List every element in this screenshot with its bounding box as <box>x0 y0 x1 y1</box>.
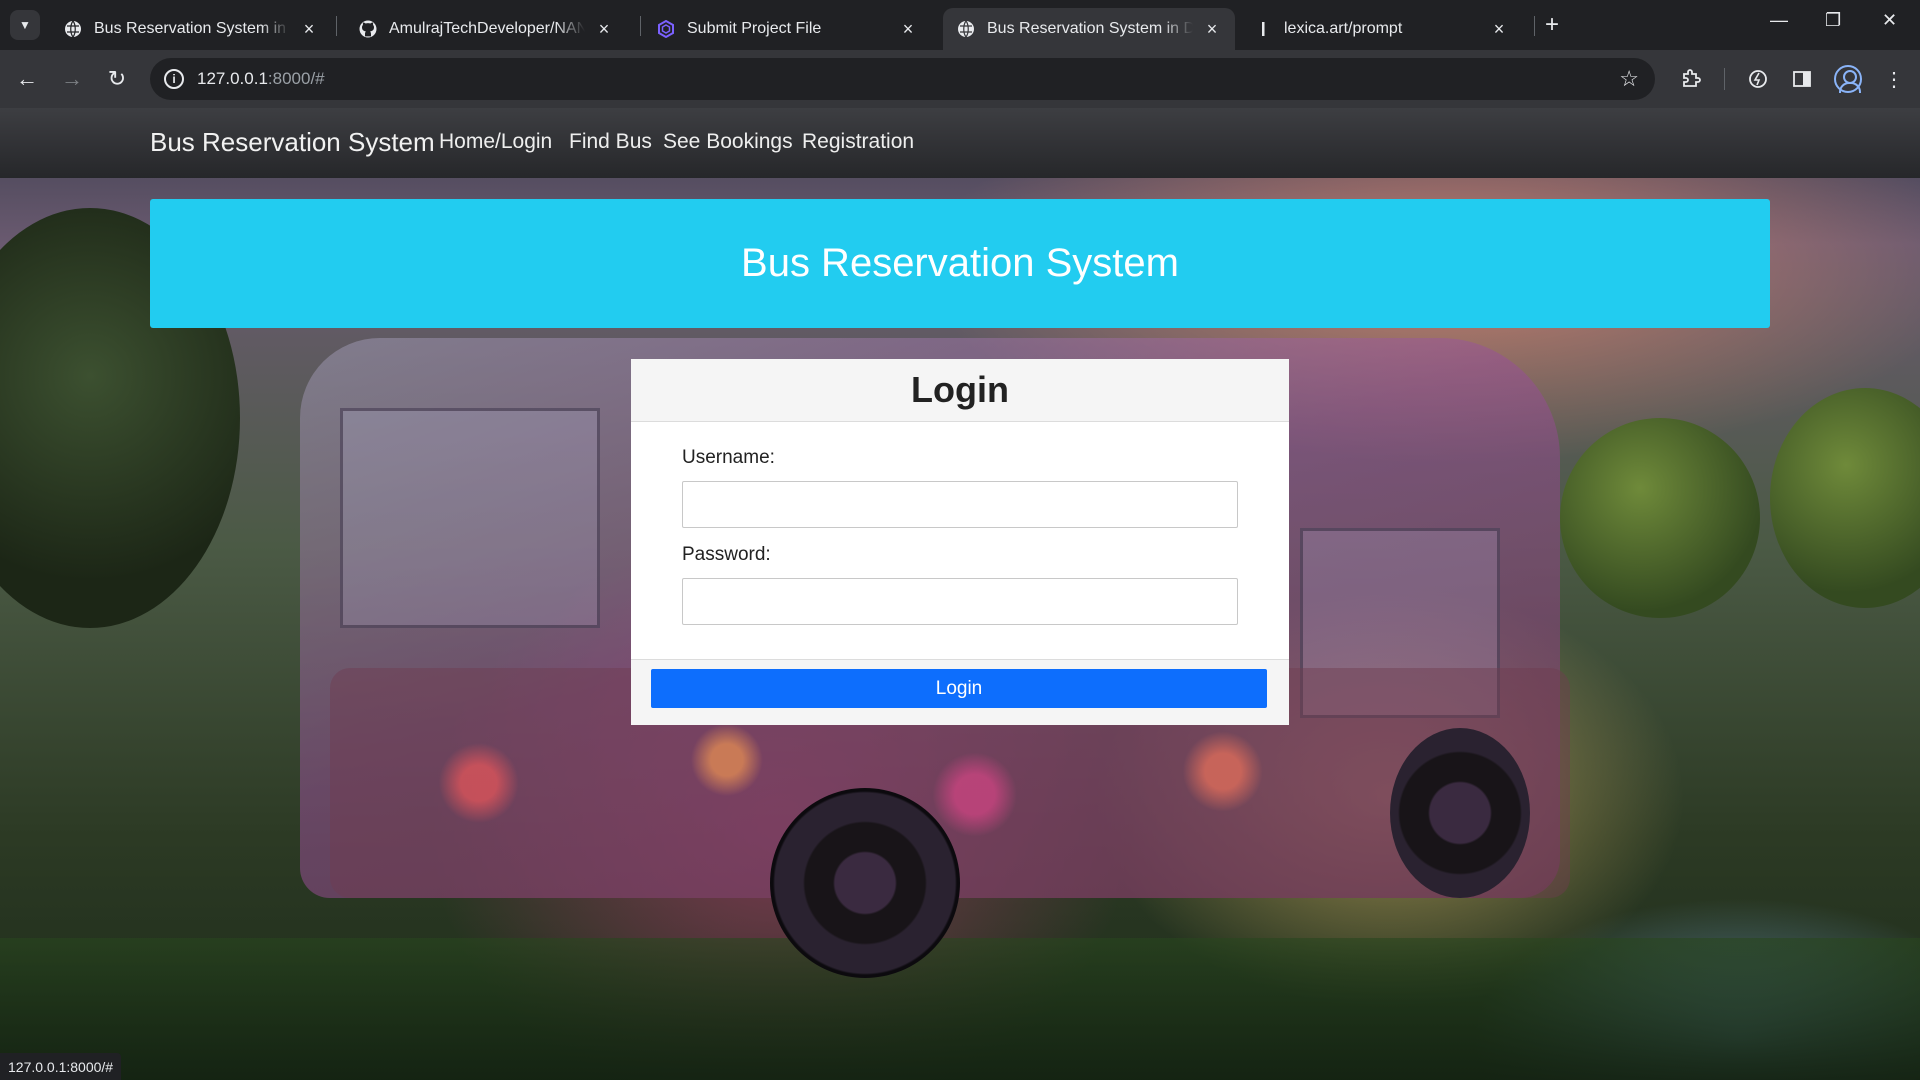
background-ground <box>0 938 1920 1080</box>
nav-link-find-bus[interactable]: Find Bus <box>569 130 652 154</box>
close-icon[interactable]: × <box>1203 19 1221 40</box>
site-navbar: Bus Reservation System Home/Login Find B… <box>0 108 1920 178</box>
globe-icon <box>957 20 975 38</box>
hexagon-icon <box>657 20 675 38</box>
url-path: :8000/# <box>267 69 325 88</box>
url-host: 127.0.0.1 <box>197 69 268 88</box>
site-info-icon[interactable]: i <box>164 69 184 89</box>
profile-avatar-icon[interactable] <box>1834 65 1862 93</box>
login-title: Login <box>911 369 1009 410</box>
page-viewport: Bus Reservation System Home/Login Find B… <box>0 108 1920 1080</box>
tab-title: Bus Reservation System in Djan <box>94 20 290 37</box>
back-arrow-icon[interactable]: ← <box>12 64 42 94</box>
username-label: Username: <box>682 447 775 468</box>
tab-divider <box>640 16 641 36</box>
github-icon <box>359 20 377 38</box>
hero-banner: Bus Reservation System <box>150 199 1770 328</box>
window-close-icon[interactable]: ✕ <box>1882 10 1897 31</box>
password-input[interactable] <box>682 578 1238 625</box>
nav-link-registration[interactable]: Registration <box>802 130 914 154</box>
nav-link-home-login[interactable]: Home/Login <box>439 130 552 154</box>
login-card: Login Username: Password: Login <box>631 359 1289 725</box>
reload-icon[interactable]: ↻ <box>102 64 132 94</box>
username-input[interactable] <box>682 481 1238 528</box>
link-status-bar: 127.0.0.1:8000/# <box>0 1053 122 1080</box>
tab-title: AmulrajTechDeveloper/NANMU <box>389 20 585 37</box>
background-tree <box>1560 418 1760 618</box>
lexica-icon <box>1254 20 1272 38</box>
site-brand[interactable]: Bus Reservation System <box>150 127 435 158</box>
more-menu-icon[interactable]: ⋮ <box>1880 65 1908 93</box>
bus-wheel <box>1390 728 1530 898</box>
browser-tab[interactable]: lexica.art/prompt × <box>1240 8 1522 50</box>
tab-title: Bus Reservation System in Djan <box>987 20 1193 37</box>
browser-tabstrip: ▼ Bus Reservation System in Djan × Amulr… <box>0 0 1920 50</box>
login-card-footer: Login <box>631 659 1289 725</box>
minimize-icon[interactable]: — <box>1770 10 1788 31</box>
close-icon[interactable]: × <box>300 19 318 40</box>
bus-wheel <box>770 788 960 978</box>
tab-search-chevron-icon[interactable]: ▼ <box>10 10 40 40</box>
tab-title: Submit Project File <box>687 20 822 37</box>
browser-tab-active[interactable]: Bus Reservation System in Djan × <box>943 8 1235 50</box>
forward-arrow-icon[interactable]: → <box>57 64 87 94</box>
side-panel-icon[interactable] <box>1788 65 1816 93</box>
globe-icon <box>64 20 82 38</box>
login-button[interactable]: Login <box>651 669 1267 708</box>
extensions-puzzle-icon[interactable] <box>1677 65 1705 93</box>
password-label: Password: <box>682 544 771 565</box>
performance-icon[interactable] <box>1744 65 1772 93</box>
nav-link-see-bookings[interactable]: See Bookings <box>663 130 793 154</box>
login-card-header: Login <box>631 359 1289 422</box>
tab-title: lexica.art/prompt <box>1284 20 1403 37</box>
toolbar-divider <box>1724 68 1725 90</box>
restore-icon[interactable]: ❐ <box>1825 10 1841 31</box>
browser-tab[interactable]: Bus Reservation System in Djan × <box>50 8 332 50</box>
browser-tab[interactable]: Submit Project File × <box>643 8 931 50</box>
bus-window <box>340 408 600 628</box>
close-icon[interactable]: × <box>1490 19 1508 40</box>
background-tree <box>1770 388 1920 608</box>
bookmark-star-icon[interactable]: ☆ <box>1619 66 1639 92</box>
close-icon[interactable]: × <box>595 19 613 40</box>
address-bar[interactable]: i 127.0.0.1:8000/# ☆ <box>150 58 1655 100</box>
browser-tab[interactable]: AmulrajTechDeveloper/NANMU × <box>345 8 627 50</box>
browser-toolbar: ← → ↻ i 127.0.0.1:8000/# ☆ ⋮ <box>0 50 1920 108</box>
new-tab-plus-icon[interactable]: + <box>1545 12 1559 38</box>
tab-divider <box>1534 16 1535 36</box>
url-text[interactable]: 127.0.0.1:8000/# <box>197 69 325 89</box>
tab-divider <box>336 16 337 36</box>
close-icon[interactable]: × <box>899 19 917 40</box>
hero-title: Bus Reservation System <box>741 241 1179 285</box>
